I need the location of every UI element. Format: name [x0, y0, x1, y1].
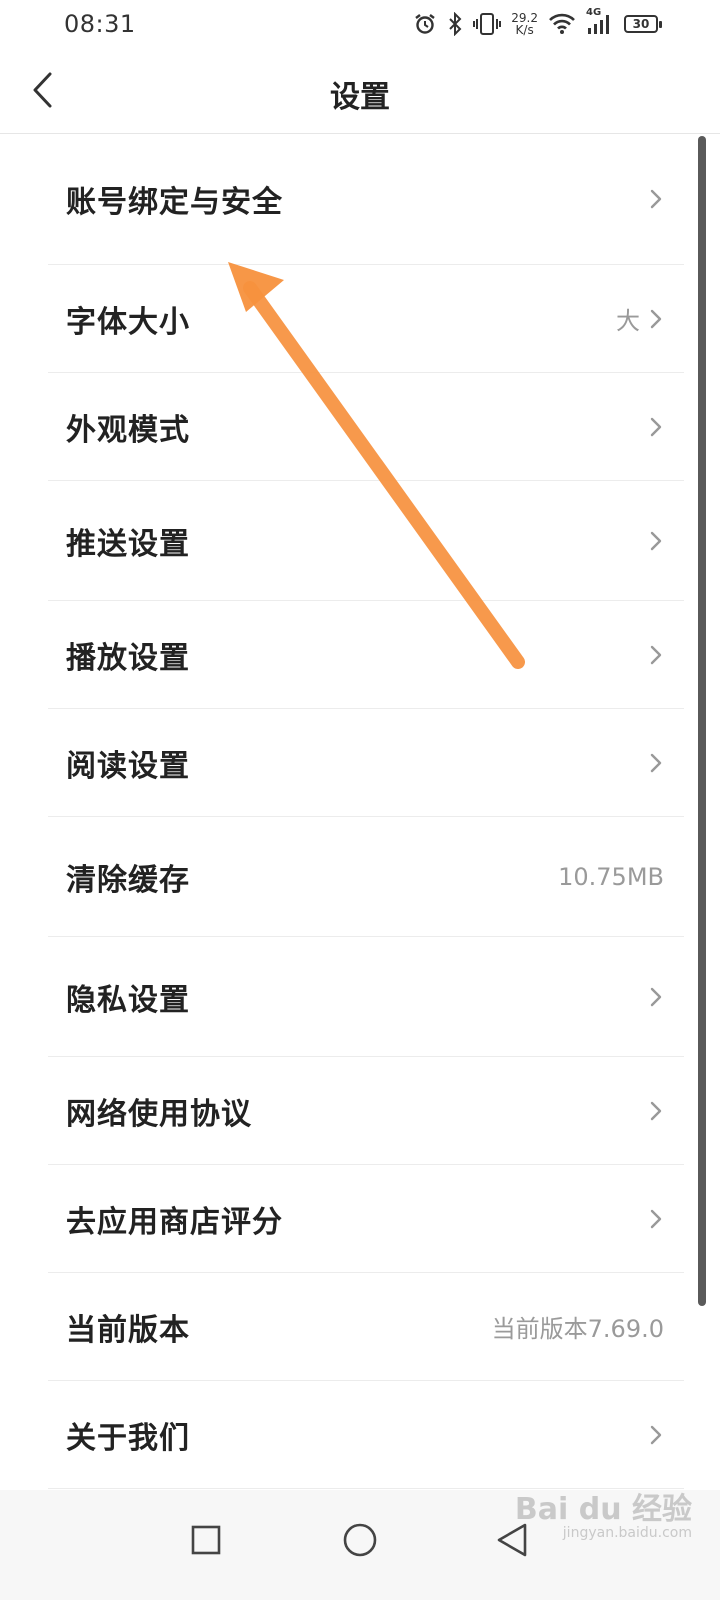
setting-right — [640, 751, 664, 775]
setting-label: 推送设置 — [66, 526, 190, 562]
setting-row-rate-app[interactable]: 去应用商店评分 — [48, 1165, 684, 1273]
setting-label: 阅读设置 — [66, 748, 190, 784]
status-time: 08:31 — [64, 10, 136, 38]
recents-button[interactable] — [178, 1512, 234, 1568]
setting-label: 清除缓存 — [66, 862, 190, 898]
setting-label: 去应用商店评分 — [66, 1204, 283, 1240]
chevron-right-icon — [648, 1207, 664, 1231]
setting-right — [640, 415, 664, 439]
status-icons: 29.2 K/s 4G 30 — [413, 7, 662, 40]
setting-label: 播放设置 — [66, 640, 190, 676]
watermark-url: jingyan.baidu.com — [562, 1525, 692, 1541]
setting-label: 网络使用协议 — [66, 1096, 252, 1132]
setting-row-appearance[interactable]: 外观模式 — [48, 373, 684, 481]
setting-right: 当前版本7.69.0 — [492, 1309, 664, 1344]
setting-row-reading[interactable]: 阅读设置 — [48, 709, 684, 817]
setting-row-font-size[interactable]: 字体大小 大 — [48, 265, 684, 373]
alarm-icon — [413, 12, 437, 36]
home-button[interactable] — [332, 1512, 388, 1568]
chevron-right-icon — [648, 643, 664, 667]
chevron-right-icon — [648, 751, 664, 775]
setting-label: 当前版本 — [66, 1312, 190, 1348]
net-speed-unit: K/s — [515, 23, 534, 37]
setting-label: 字体大小 — [66, 304, 190, 340]
setting-right — [640, 1423, 664, 1447]
setting-label: 关于我们 — [66, 1420, 190, 1456]
signal-icon: 4G — [586, 7, 614, 35]
nav-header: 设置 — [0, 48, 720, 134]
chevron-right-icon — [648, 187, 664, 211]
vibrate-icon — [473, 12, 502, 36]
setting-label: 外观模式 — [66, 412, 190, 448]
net-speed: 29.2 K/s — [511, 12, 538, 36]
cache-size-value: 10.75MB — [558, 862, 664, 891]
setting-row-privacy[interactable]: 隐私设置 — [48, 937, 684, 1057]
chevron-right-icon — [648, 415, 664, 439]
setting-value: 大 — [616, 307, 640, 335]
setting-right — [640, 1207, 664, 1231]
setting-row-about[interactable]: 关于我们 — [48, 1381, 684, 1489]
setting-row-playback[interactable]: 播放设置 — [48, 601, 684, 709]
version-value: 当前版本7.69.0 — [491, 1315, 664, 1343]
chevron-right-icon — [648, 985, 664, 1009]
chevron-right-icon — [648, 1099, 664, 1123]
setting-row-account-security[interactable]: 账号绑定与安全 — [48, 134, 684, 265]
signal-type: 4G — [586, 7, 602, 18]
circle-icon — [343, 1523, 377, 1557]
watermark: Bai du 经验 jingyan.baidu.com — [514, 1492, 692, 1542]
page-title: 设置 — [330, 80, 390, 115]
setting-right: 大 — [616, 301, 664, 336]
setting-row-network-agreement[interactable]: 网络使用协议 — [48, 1057, 684, 1165]
battery-icon: 30 — [624, 15, 662, 33]
chevron-right-icon — [648, 1423, 664, 1447]
wifi-icon — [548, 13, 576, 35]
setting-right: 10.75MB — [558, 863, 664, 891]
setting-right — [640, 643, 664, 667]
chevron-right-icon — [648, 529, 664, 553]
settings-list: 账号绑定与安全 字体大小 大 外观模式 推送设置 播放设置 阅读设置 清除缓存 … — [0, 134, 700, 1489]
status-bar: 08:31 29.2 K/s 4G 30 — [0, 0, 720, 48]
setting-label: 账号绑定与安全 — [66, 185, 283, 220]
watermark-brand: Bai du 经验 — [514, 1492, 692, 1527]
setting-row-push[interactable]: 推送设置 — [48, 481, 684, 601]
bluetooth-icon — [447, 12, 463, 36]
square-icon — [191, 1525, 221, 1555]
setting-right — [640, 985, 664, 1009]
scrollbar[interactable] — [698, 136, 706, 1306]
battery-level: 30 — [632, 17, 650, 31]
setting-right — [640, 529, 664, 553]
setting-right — [640, 187, 664, 211]
setting-right — [640, 1099, 664, 1123]
setting-row-version[interactable]: 当前版本 当前版本7.69.0 — [48, 1273, 684, 1381]
chevron-right-icon — [648, 307, 664, 331]
setting-row-clear-cache[interactable]: 清除缓存 10.75MB — [48, 817, 684, 937]
setting-label: 隐私设置 — [66, 982, 190, 1018]
